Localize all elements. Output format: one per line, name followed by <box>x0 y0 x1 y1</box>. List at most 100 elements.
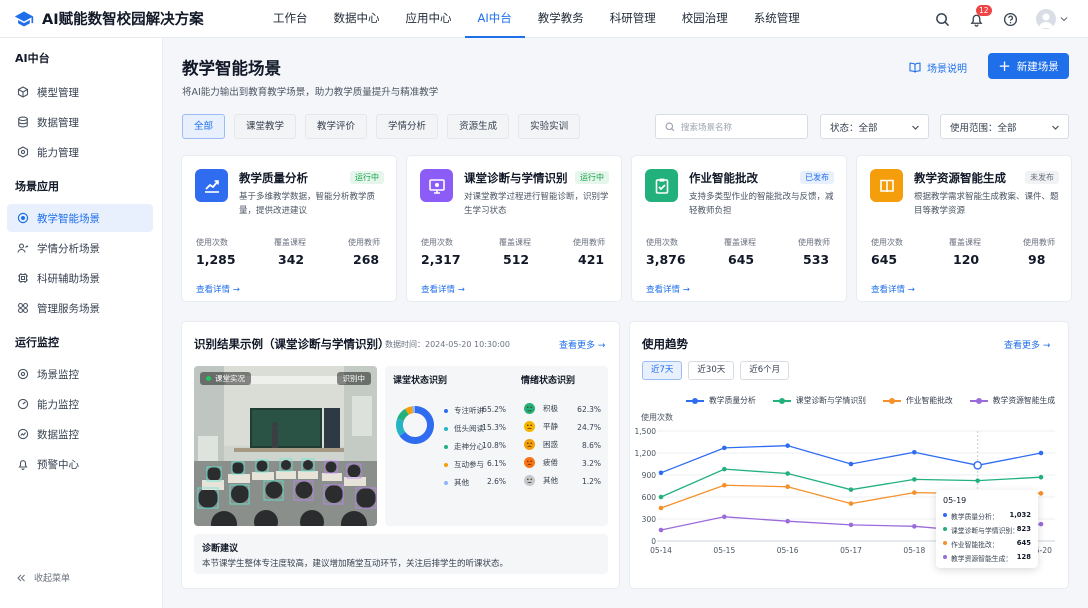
double-chevron-left-icon <box>17 574 25 581</box>
data-point[interactable] <box>785 471 790 476</box>
nav-item-workbench[interactable]: 工作台 <box>260 0 321 38</box>
nav-item-app-center[interactable]: 应用中心 <box>393 0 465 38</box>
sidebar-item-data[interactable]: 数据管理 <box>7 108 153 136</box>
brand[interactable]: AI赋能数智校园解决方案 <box>14 8 260 29</box>
arrow-right-icon: → <box>682 285 690 295</box>
arrow-right-icon: → <box>457 285 465 295</box>
data-point[interactable] <box>975 478 980 483</box>
data-point[interactable] <box>1038 491 1044 496</box>
stat-label: 使用教师 <box>1023 238 1055 247</box>
chip-evaluation[interactable]: 教学评价 <box>305 114 368 139</box>
legend-item[interactable]: 教学资源智能生成 <box>969 395 1055 406</box>
data-point[interactable] <box>658 494 664 500</box>
sidebar-item-models[interactable]: 模型管理 <box>7 78 153 106</box>
emotion-label: 其他 <box>524 475 558 486</box>
x-tick-label: 05-16 <box>777 546 799 555</box>
scene-search-input[interactable]: 搜索场景名称 <box>655 114 808 139</box>
card-title: 教学资源智能生成 <box>914 171 1006 185</box>
search-icon[interactable] <box>932 9 952 29</box>
data-point[interactable] <box>722 466 727 472</box>
scene-card-homework[interactable]: 作业智能批改 已发布 支持多类型作业的智能批改与反馈，减轻教师负担 使用次数 3… <box>631 155 847 302</box>
x-tick-label: 05-15 <box>713 546 735 555</box>
data-point[interactable] <box>1038 474 1044 480</box>
data-point[interactable] <box>785 518 790 524</box>
stat-value: 268 <box>353 252 380 267</box>
data-point[interactable] <box>785 443 790 448</box>
data-point[interactable] <box>912 477 917 482</box>
legend-item[interactable]: 课堂诊断与学情识别 <box>772 395 866 406</box>
scene-card-diagnosis[interactable]: 课堂诊断与学情识别 运行中 对课堂教学过程进行智能诊断，识别学生学习状态 使用次… <box>406 155 622 302</box>
legend-dot <box>444 444 448 449</box>
sidebar-item-label: 模型管理 <box>37 86 79 99</box>
series-line-0 <box>660 445 1042 474</box>
user-menu[interactable] <box>1036 9 1068 29</box>
data-point[interactable] <box>722 445 727 451</box>
sidebar-item-teaching-scene[interactable]: 教学智能场景 <box>7 204 153 232</box>
nav-item-data-center[interactable]: 数据中心 <box>321 0 393 38</box>
chip-classroom[interactable]: 课堂教学 <box>234 114 297 139</box>
sidebar-item-learning-scene[interactable]: 学情分析场景 <box>7 234 153 262</box>
sidebar: AI中台 模型管理 数据管理 能力管理 场景应用 教学智能场景 学情分析场景 科… <box>0 38 163 608</box>
bell-icon[interactable]: 12 <box>966 5 992 29</box>
sidebar-item-scene-monitor[interactable]: 场景监控 <box>7 360 153 388</box>
view-more-link[interactable]: 查看更多 → <box>559 338 605 351</box>
chip-resource-gen[interactable]: 资源生成 <box>447 114 510 139</box>
range-30d[interactable]: 近30天 <box>688 361 735 380</box>
view-more-link[interactable]: 查看更多 → <box>1004 338 1050 351</box>
data-point[interactable] <box>1038 450 1044 456</box>
data-point[interactable] <box>1038 521 1044 527</box>
data-time: 数据时间：2024-05-20 10:30:00 <box>385 340 510 349</box>
sidebar-item-capability[interactable]: 能力管理 <box>7 138 153 166</box>
chip-learning-analysis[interactable]: 学情分析 <box>376 114 439 139</box>
data-point[interactable] <box>658 505 664 511</box>
collapse-menu-button[interactable]: 收起菜单 <box>16 571 70 584</box>
scene-card-quality[interactable]: 教学质量分析 运行中 基于多维教学数据，智能分析教学质量，提供改进建议 使用次数… <box>181 155 397 302</box>
status-select[interactable]: 状态：全部 <box>820 114 929 139</box>
nav-item-governance[interactable]: 校园治理 <box>669 0 741 38</box>
help-icon[interactable] <box>1000 9 1020 29</box>
chip-lab[interactable]: 实验实训 <box>518 114 581 139</box>
scene-help-button[interactable]: 场景说明 <box>909 60 967 75</box>
sidebar-item-alerts[interactable]: 预警中心 <box>7 450 153 478</box>
view-detail-link[interactable]: 查看详情 → <box>646 283 690 295</box>
status-badge: 未发布 <box>1025 171 1059 184</box>
view-detail-link[interactable]: 查看详情 → <box>196 283 240 295</box>
data-point[interactable] <box>973 461 982 470</box>
legend-item[interactable]: 教学质量分析 <box>686 395 756 406</box>
sidebar-item-capability-monitor[interactable]: 能力监控 <box>7 390 153 418</box>
data-point[interactable] <box>848 461 854 467</box>
data-point[interactable] <box>785 484 790 490</box>
nav-item-teaching[interactable]: 教学教务 <box>525 0 597 38</box>
clipboard-check-icon <box>645 169 678 202</box>
data-point[interactable] <box>848 522 854 528</box>
chip-all[interactable]: 全部 <box>182 114 226 139</box>
range-6m[interactable]: 近6个月 <box>740 361 790 380</box>
view-detail-link[interactable]: 查看详情 → <box>421 283 465 295</box>
scope-select[interactable]: 使用范围：全部 <box>940 114 1069 139</box>
data-point[interactable] <box>722 482 727 488</box>
view-detail-link[interactable]: 查看详情 → <box>871 283 915 295</box>
nav-item-ai-platform[interactable]: AI中台 <box>464 0 525 38</box>
data-point[interactable] <box>722 514 727 520</box>
database-icon <box>18 116 28 128</box>
legend-item[interactable]: 作业智能批改 <box>882 395 953 406</box>
nav-item-research[interactable]: 科研管理 <box>597 0 669 38</box>
data-point[interactable] <box>658 470 664 476</box>
smile-icon <box>524 403 535 414</box>
data-point[interactable] <box>912 449 917 455</box>
stat-value: 3,876 <box>646 252 686 267</box>
data-point[interactable] <box>848 501 854 506</box>
data-point[interactable] <box>912 490 917 495</box>
sidebar-item-label: 场景监控 <box>37 368 79 381</box>
new-scene-button[interactable]: + 新建场景 <box>988 53 1069 79</box>
sidebar-item-service-scene[interactable]: 管理服务场景 <box>7 294 153 322</box>
scene-card-resource[interactable]: 教学资源智能生成 未发布 根据教学需求智能生成教案、课件、题目等教学资源 使用次… <box>856 155 1072 302</box>
range-7d[interactable]: 近7天 <box>642 361 683 380</box>
sidebar-item-data-monitor[interactable]: 数据监控 <box>7 420 153 448</box>
data-point[interactable] <box>658 527 664 533</box>
data-point[interactable] <box>848 487 854 492</box>
sidebar-item-research-scene[interactable]: 科研辅助场景 <box>7 264 153 292</box>
data-point[interactable] <box>912 524 917 529</box>
panel-title: 识别结果示例（课堂诊断与学情识别） <box>194 337 390 351</box>
nav-item-system[interactable]: 系统管理 <box>741 0 813 38</box>
